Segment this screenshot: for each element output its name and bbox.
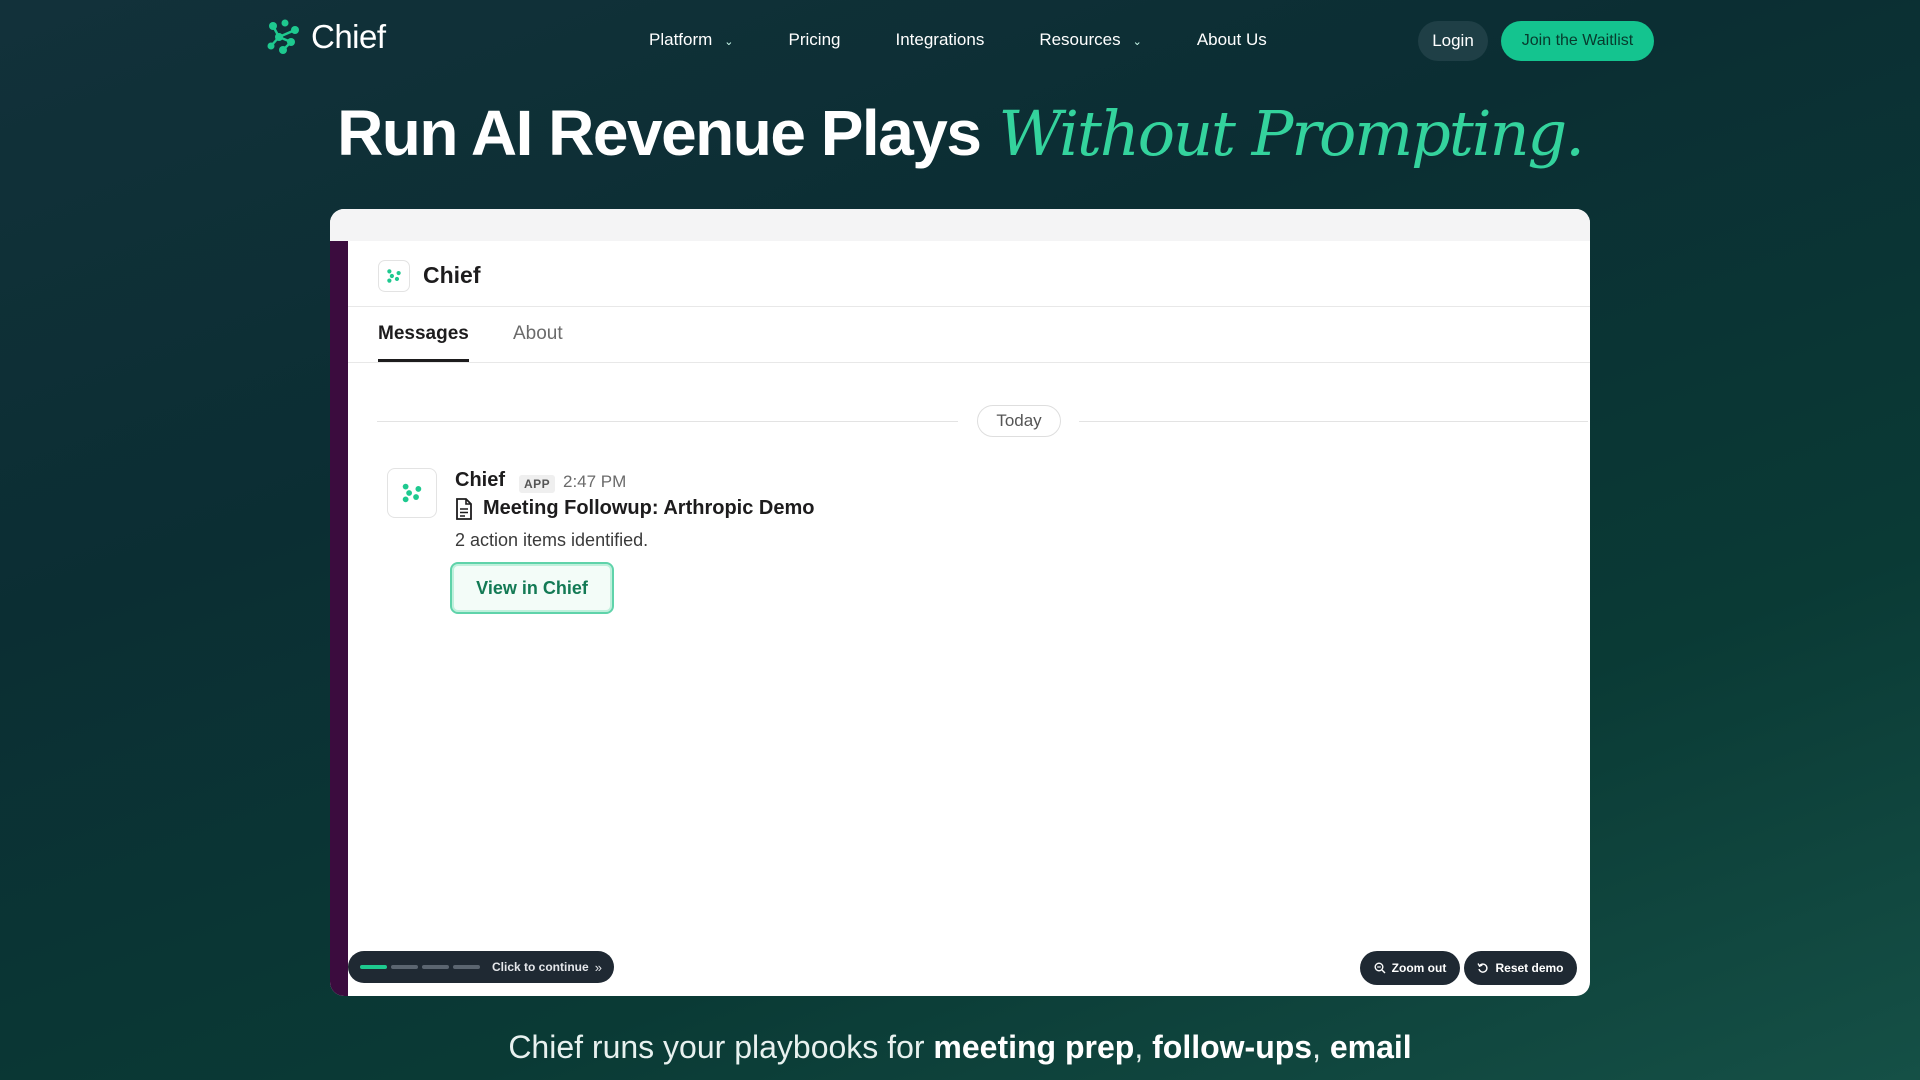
nav-platform[interactable]: Platform ⌄ <box>649 30 734 50</box>
reset-demo-button[interactable]: Reset demo <box>1464 951 1577 985</box>
nav-resources-label: Resources <box>1039 30 1121 49</box>
login-button[interactable]: Login <box>1418 21 1488 61</box>
tab-about[interactable]: About <box>513 323 563 359</box>
chief-avatar-icon <box>402 483 422 503</box>
top-nav: Chief Platform ⌄ Pricing Integrations Re… <box>0 0 1920 82</box>
progress-segment <box>360 965 387 969</box>
document-icon <box>456 497 472 520</box>
message-title: Meeting Followup: Arthropic Demo <box>483 497 815 519</box>
subtext-bold-follow-ups: follow-ups <box>1152 1029 1313 1065</box>
app-name: Chief <box>423 262 481 288</box>
chief-logo-icon <box>267 19 299 54</box>
nav-links: Platform ⌄ Pricing Integrations Resource… <box>649 30 1267 50</box>
subtext-bold-meeting-prep: meeting prep <box>933 1029 1135 1065</box>
view-in-chief-button[interactable]: View in Chief <box>450 562 614 614</box>
chevron-down-icon: ⌄ <box>1132 35 1142 48</box>
hero-headline: Run AI Revenue Plays <box>337 97 982 169</box>
subtext-sep: , <box>1312 1029 1330 1065</box>
logo-text: Chief <box>311 18 386 55</box>
chief-app-icon <box>378 260 410 292</box>
message-timestamp[interactable]: 2:47 PM <box>563 472 626 492</box>
message-title-row: Meeting Followup: Arthropic Demo <box>455 497 814 520</box>
join-waitlist-button[interactable]: Join the Waitlist <box>1501 21 1654 61</box>
app-badge: APP <box>519 475 556 493</box>
demo-sidebar <box>330 241 348 996</box>
app-header: Chief <box>348 241 1590 307</box>
subtext-bold-email: email <box>1329 1029 1412 1065</box>
nav-integrations-label: Integrations <box>895 30 985 49</box>
double-chevron-right-icon: » <box>594 959 602 975</box>
reset-demo-label: Reset demo <box>1495 961 1564 975</box>
nav-about-us[interactable]: About Us <box>1197 30 1267 50</box>
click-to-continue-button[interactable]: Click to continue » <box>348 951 614 983</box>
nav-about-us-label: About Us <box>1196 30 1267 49</box>
zoom-out-icon <box>1374 962 1386 974</box>
progress-segment <box>391 965 418 969</box>
nav-integrations[interactable]: Integrations <box>895 30 984 50</box>
zoom-out-button[interactable]: Zoom out <box>1360 951 1460 985</box>
chevron-down-icon: ⌄ <box>724 35 734 48</box>
nav-platform-label: Platform <box>649 30 713 49</box>
hero-heading: Run AI Revenue Plays Without Prompting. <box>0 96 1920 170</box>
message-avatar[interactable] <box>387 468 437 518</box>
reset-icon <box>1477 963 1489 973</box>
subtext-sep: , <box>1134 1029 1153 1065</box>
app-tabs: Messages About <box>348 307 1590 363</box>
progress-segment <box>422 965 449 969</box>
logo[interactable]: Chief <box>265 18 386 56</box>
zoom-out-label: Zoom out <box>1391 961 1447 975</box>
message-body: 2 action items identified. <box>455 530 649 550</box>
date-divider: Today <box>377 405 1588 437</box>
divider-line <box>377 421 958 422</box>
demo-window: Chief Messages About Today Chief APP 2:4… <box>330 209 1590 996</box>
nav-pricing[interactable]: Pricing <box>789 30 841 50</box>
hero-subtext: Chief runs your playbooks for meeting pr… <box>0 1029 1920 1066</box>
continue-label: Click to continue <box>492 960 589 974</box>
tab-messages[interactable]: Messages <box>378 323 469 362</box>
nav-pricing-label: Pricing <box>788 30 841 49</box>
demo-topbar <box>330 209 1590 241</box>
subtext-prefix: Chief runs your playbooks for <box>508 1029 934 1065</box>
progress-segment <box>453 965 480 969</box>
hero-accent: Without Prompting. <box>998 96 1584 170</box>
message-author[interactable]: Chief <box>455 469 505 492</box>
nav-resources[interactable]: Resources ⌄ <box>1039 30 1141 50</box>
divider-line <box>1079 421 1588 422</box>
date-pill[interactable]: Today <box>977 405 1061 437</box>
